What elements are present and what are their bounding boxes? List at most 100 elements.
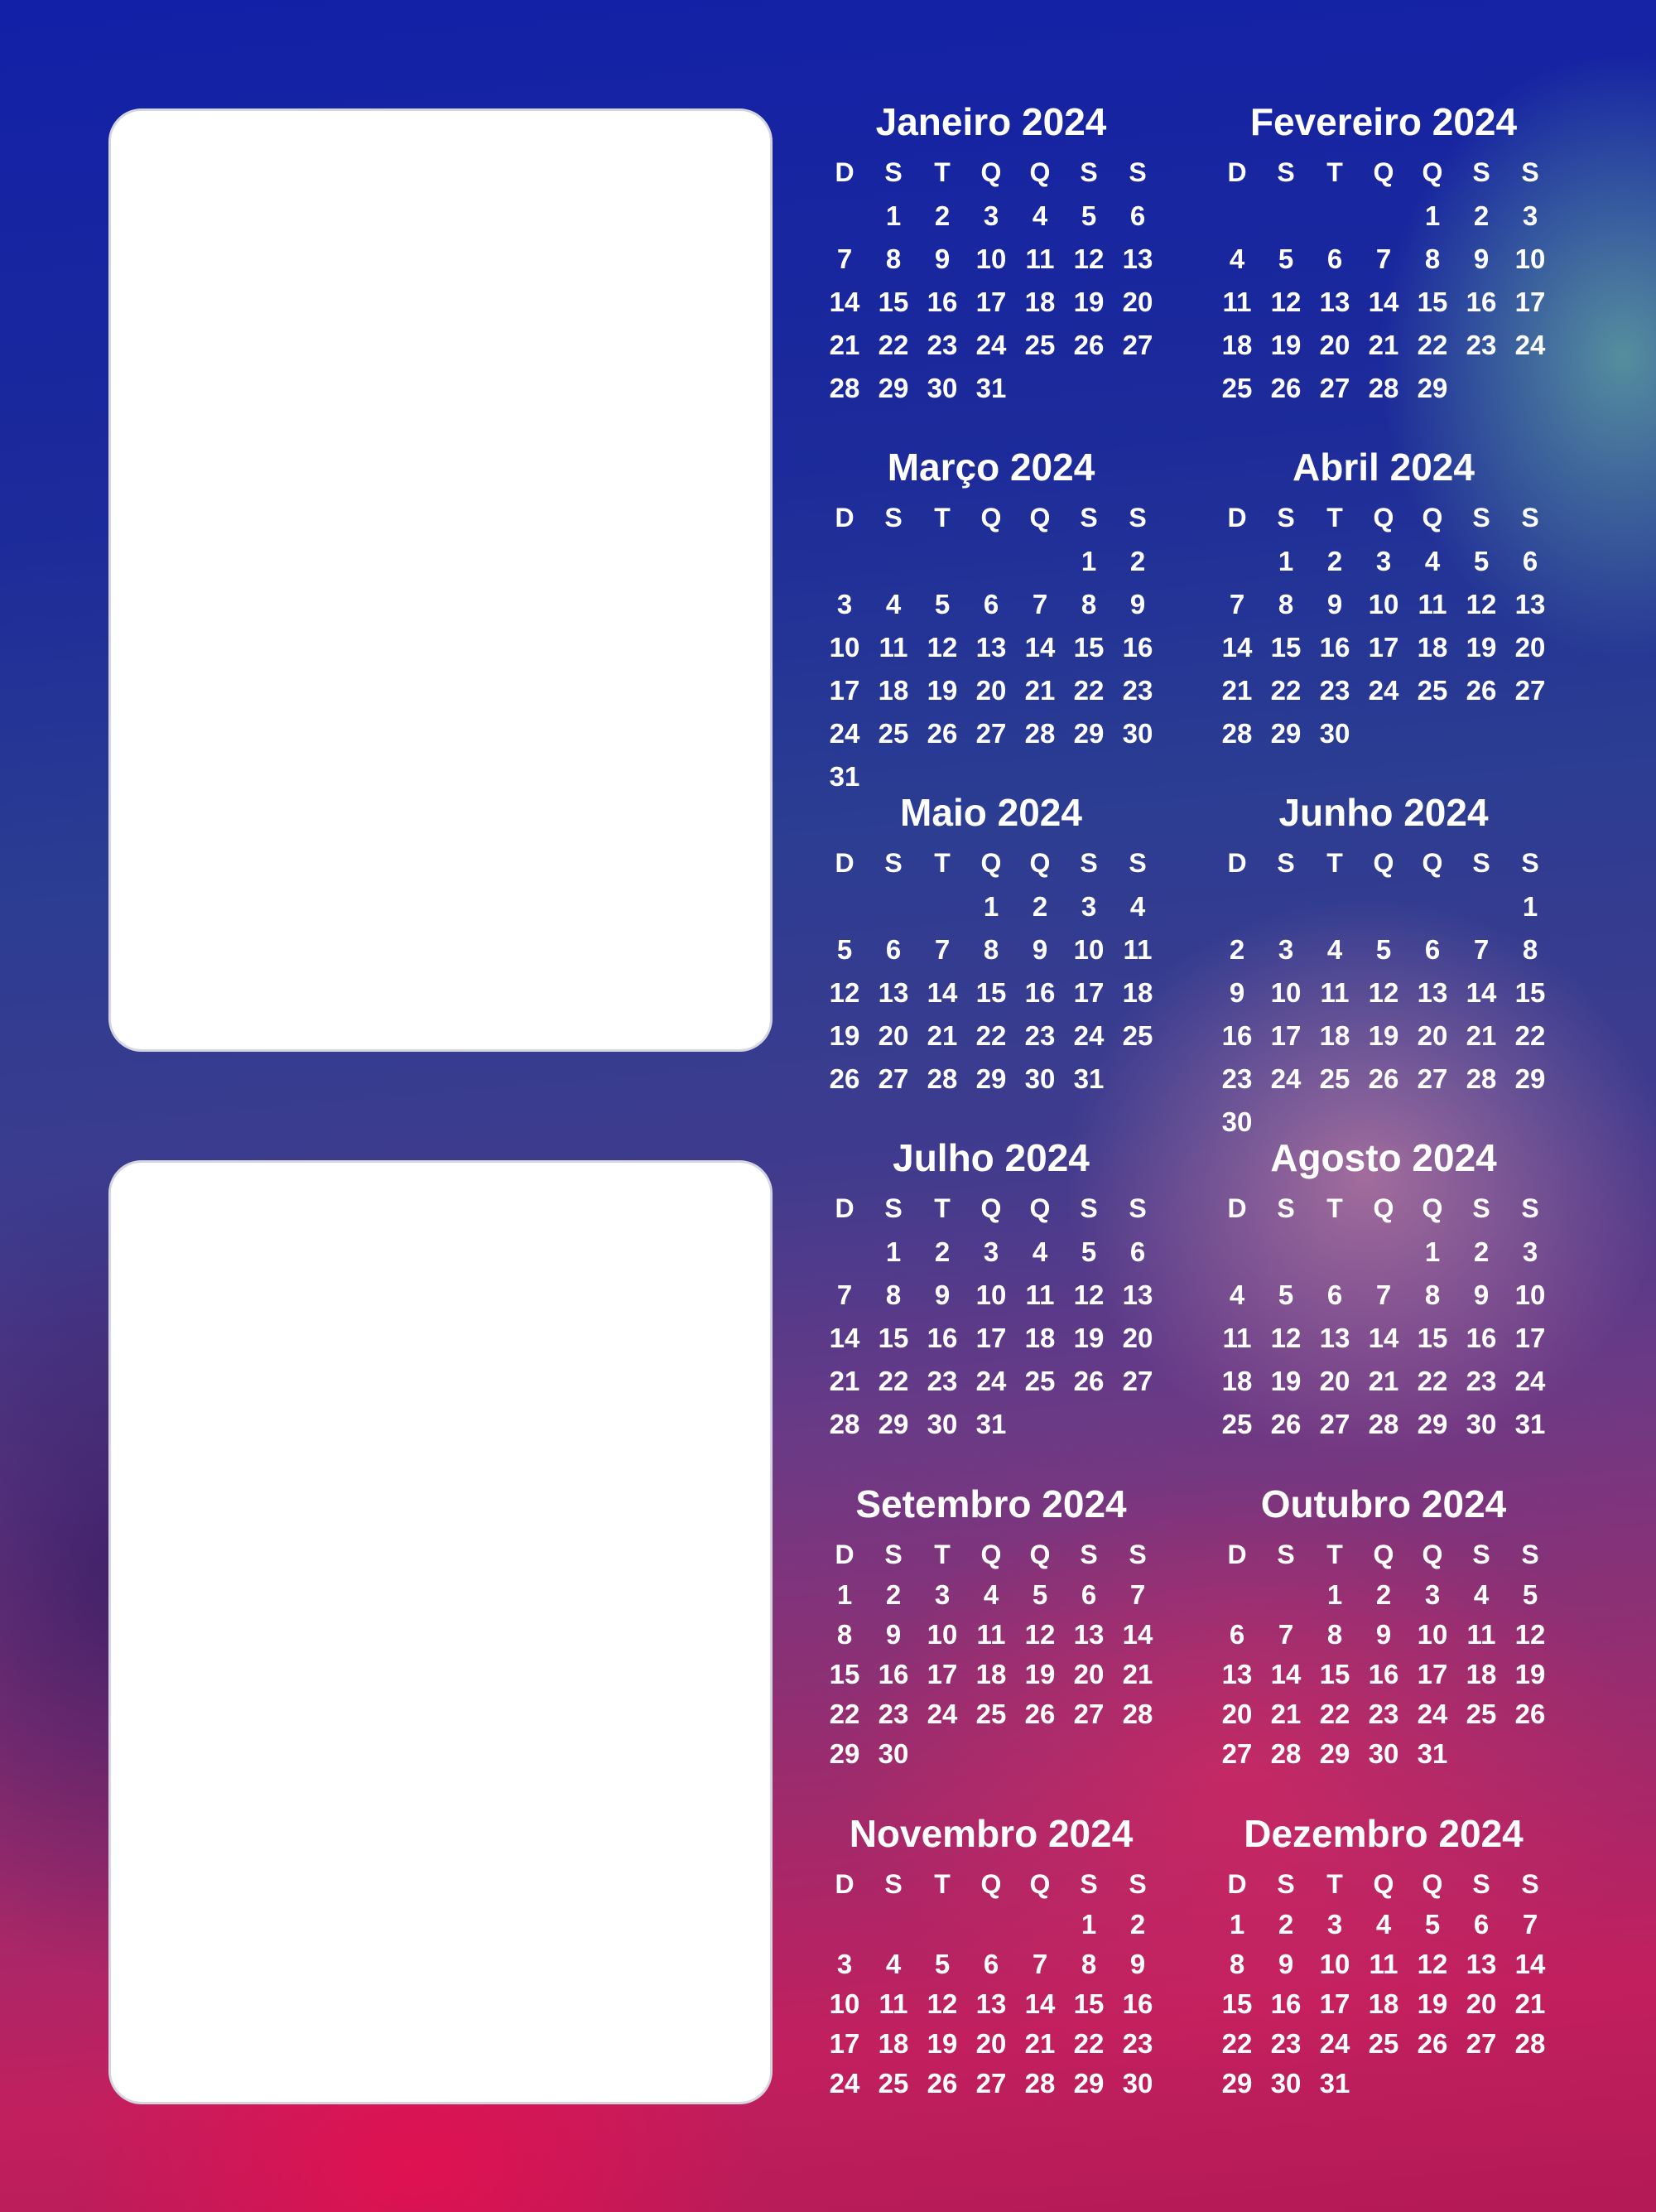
day-cell: 25 [878,718,909,749]
day-cell: 30 [1368,1738,1399,1769]
day-cell: 16 [1466,287,1497,317]
day-cell: 16 [1368,1659,1399,1689]
day-cell: 29 [1319,1738,1350,1769]
day-cell: 10 [975,1279,1007,1310]
day-cell: 16 [1466,1323,1497,1353]
weekday-label: T [1326,1540,1343,1569]
day-cell: 19 [927,2028,958,2059]
day-cell: 13 [1073,1619,1105,1650]
day-cell: 22 [1270,675,1302,706]
day-cell: 6 [1522,546,1538,576]
day-cell: 3 [1522,200,1538,231]
day-cell: 30 [1122,2068,1153,2099]
weekday-label: S [1080,1869,1098,1899]
day-cell: 19 [1466,632,1497,663]
day-cell: 8 [1424,1279,1441,1310]
month-4: Abril 2024 D S T Q Q S S 1 2 3 4 5 6 7 8 9 10 11 12 13 14 15 16… [1210,448,1557,763]
weekday-label: T [1326,848,1343,878]
day-cell: 2 [1375,1579,1392,1610]
day-cell: 27 [1417,1063,1448,1094]
day-cell: 6 [1129,200,1146,231]
month-title: Março 2024 [887,446,1095,489]
day-cell: 4 [885,589,902,619]
day-cell: 9 [1473,1279,1490,1310]
day-cell: 4 [1473,1579,1490,1610]
day-cell: 20 [1073,1659,1105,1689]
day-cell: 27 [1221,1738,1253,1769]
day-cell: 3 [1278,934,1294,965]
day-cell: 13 [1122,1279,1153,1310]
day-cell: 17 [1514,1323,1546,1353]
day-cell: 9 [1473,243,1490,274]
day-cell: 31 [1073,1063,1105,1094]
day-cell: 11 [879,632,908,663]
day-cell: 13 [878,977,909,1008]
weekday-label: Q [1373,848,1394,878]
weekday-label: S [1521,1540,1539,1569]
empty-day-cell [1311,1238,1360,1281]
day-cell: 14 [1270,1659,1302,1689]
day-cell: 9 [885,1619,902,1650]
day-cell: 29 [1073,718,1105,749]
day-cell: 22 [1417,330,1448,360]
day-cell: 13 [975,632,1007,663]
month-title: Julho 2024 [893,1136,1090,1179]
day-cell: 12 [1270,1323,1302,1353]
weekday-label: D [835,848,854,878]
day-cell: 23 [1024,1020,1056,1051]
weekday-label: Q [1029,848,1051,878]
month-days-grid: D S T Q Q S S 1 2 3 4 5 6 7 8 9 10 11 12 13 14 15 16 17 18 19 20 21… [817,1871,1165,2109]
day-cell: 15 [1417,1323,1448,1353]
day-cell: 24 [1073,1020,1105,1051]
day-cell: 22 [878,330,909,360]
day-cell: 22 [1073,2028,1105,2059]
day-cell: 9 [1129,589,1146,619]
day-cell: 21 [1122,1659,1153,1689]
empty-day-cell [1016,547,1065,590]
day-cell: 26 [1417,2028,1448,2059]
empty-day-cell [1016,1911,1065,1950]
day-cell: 19 [1073,287,1105,317]
day-cell: 2 [1278,1909,1294,1940]
day-cell: 20 [1466,1988,1497,2019]
day-cell: 16 [1122,1988,1153,2019]
day-cell: 17 [829,675,860,706]
day-cell: 24 [975,330,1007,360]
month-days-grid: D S T Q Q S S 1 2 3 4 5 6 7 8 9 10 11 12 13 14 15 16 17 18 19 20 21… [817,159,1165,417]
day-cell: 12 [1417,1949,1448,1979]
day-cell: 5 [836,934,853,965]
day-cell: 5 [1473,546,1490,576]
day-cell: 29 [1417,1409,1448,1439]
day-cell: 6 [1081,1579,1097,1610]
day-cell: 2 [1129,546,1146,576]
day-cell: 23 [1466,1366,1497,1396]
day-cell: 28 [1024,718,1056,749]
weekday-label: S [1129,848,1147,878]
day-cell: 24 [1514,330,1546,360]
day-cell: 25 [878,2068,909,2099]
weekday-label: S [1080,848,1098,878]
day-cell: 3 [1375,546,1392,576]
day-cell: 11 [1320,977,1350,1008]
weekday-label: S [1277,503,1295,533]
day-cell: 5 [934,589,951,619]
day-cell: 8 [1081,1949,1097,1979]
weekday-label: S [1521,1869,1539,1899]
day-cell: 29 [1417,373,1448,403]
weekday-label: D [1227,157,1247,187]
day-cell: 7 [1032,589,1048,619]
day-cell: 17 [1270,1020,1302,1051]
month-title: Outubro 2024 [1260,1482,1507,1525]
day-cell: 19 [1514,1659,1546,1689]
day-cell: 4 [1229,1279,1245,1310]
day-cell: 23 [1122,2028,1153,2059]
weekday-label: S [1080,1193,1098,1223]
day-cell: 11 [1369,1949,1398,1979]
day-cell: 16 [927,287,958,317]
day-cell: 10 [1514,243,1546,274]
day-cell: 18 [1368,1988,1399,2019]
weekday-label: Q [980,1193,1002,1223]
weekday-label: Q [1422,1193,1443,1223]
weekday-label: D [1227,848,1247,878]
weekday-label: Q [1373,1193,1394,1223]
